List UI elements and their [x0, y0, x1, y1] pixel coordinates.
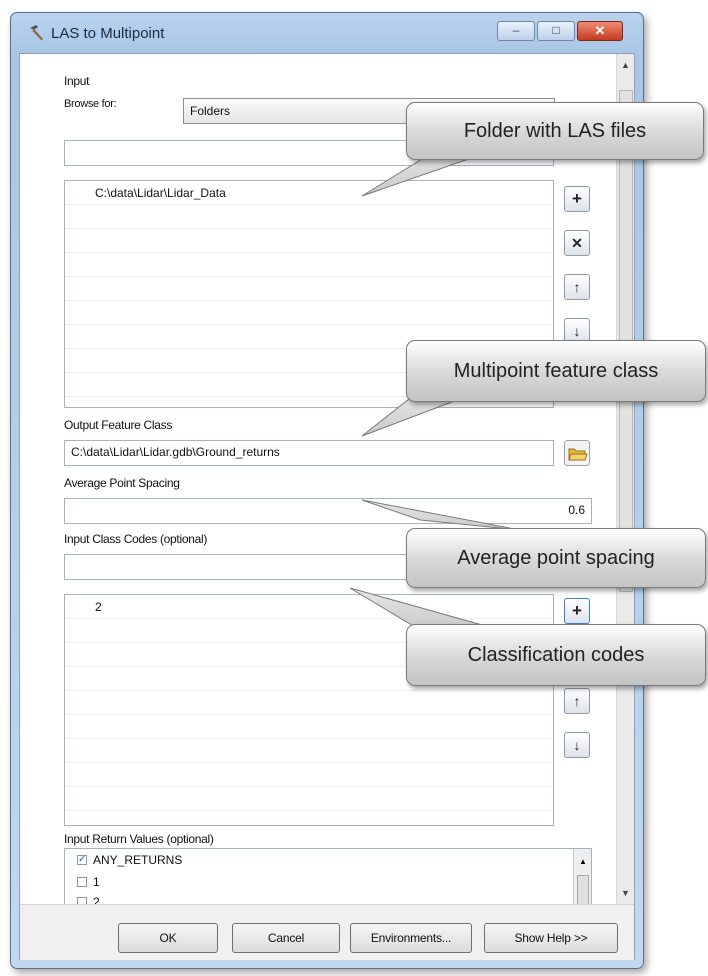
multipoint-callout: Multipoint feature class	[406, 340, 706, 402]
codes-callout: Classification codes	[406, 624, 706, 686]
spacing-callout: Average point spacing	[406, 528, 706, 588]
spacing-callout-pointer	[361, 499, 521, 531]
folder-callout: Folder with LAS files	[406, 102, 704, 160]
